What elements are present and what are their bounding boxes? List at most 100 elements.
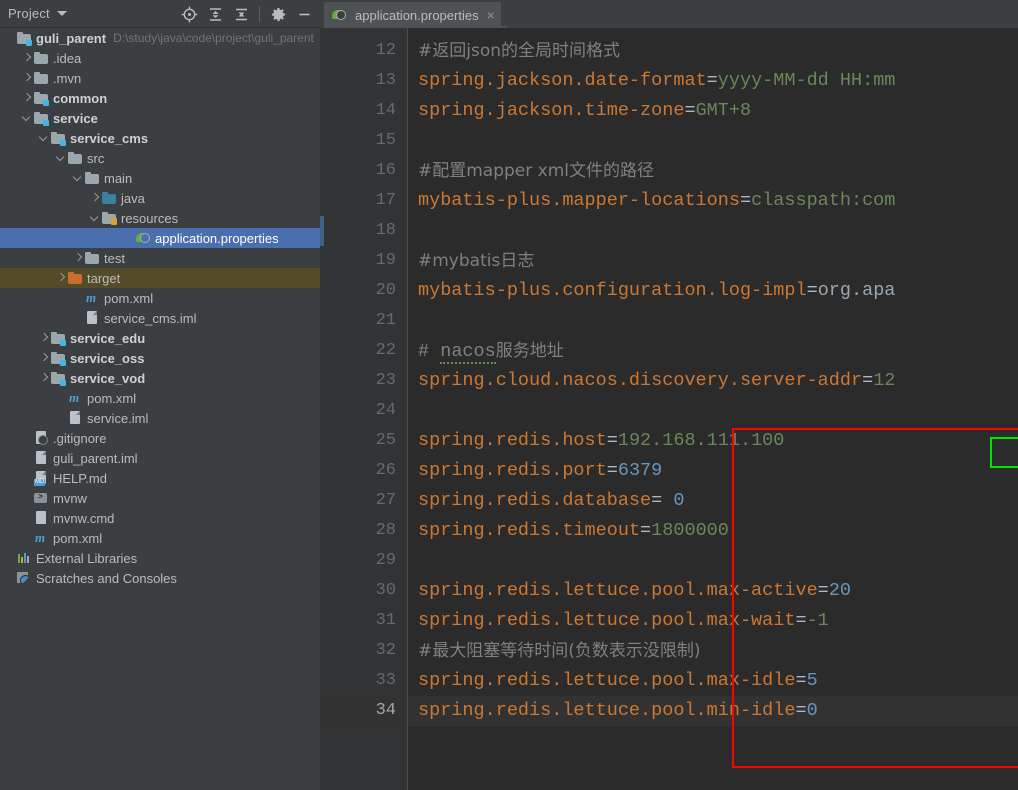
code-line[interactable]: #配置mapper xml文件的路径 (418, 156, 654, 186)
line-number: 22 (336, 336, 396, 366)
chevron-right-icon[interactable] (21, 52, 33, 64)
project-root-path: D:\study\java\code\project\guli_parent (113, 31, 314, 45)
tree-item-guli-parent[interactable]: guli_parentD:\study\java\code\project\gu… (0, 28, 320, 48)
tree-item-label: .gitignore (53, 431, 106, 446)
tree-arrow-placeholder (4, 572, 16, 584)
tree-arrow-placeholder (21, 532, 33, 544)
chevron-down-icon[interactable] (72, 172, 84, 184)
tree-item-help-md[interactable]: MDHELP.md (0, 468, 320, 488)
line-number: 23 (336, 366, 396, 396)
chevron-right-icon[interactable] (38, 372, 50, 384)
close-icon[interactable]: × (487, 8, 495, 22)
tree-item-mvnw-cmd[interactable]: mvnw.cmd (0, 508, 320, 528)
expand-all-icon[interactable] (203, 2, 227, 26)
code-token: 192.168.111.100 (618, 430, 785, 451)
tree-item-pom-xml[interactable]: mpom.xml (0, 288, 320, 308)
code-line[interactable]: spring.redis.lettuce.pool.max-idle=5 (418, 666, 818, 696)
tree-item-gitignore[interactable]: .gitignore (0, 428, 320, 448)
tree-item-pom-xml[interactable]: mpom.xml (0, 528, 320, 548)
chevron-right-icon[interactable] (21, 92, 33, 104)
tree-item-service-vod[interactable]: service_vod (0, 368, 320, 388)
tree-item-target[interactable]: target (0, 268, 320, 288)
tree-arrow-placeholder (4, 552, 16, 564)
chevron-right-icon[interactable] (89, 192, 101, 204)
minimize-icon[interactable] (292, 2, 316, 26)
tree-item-label: .idea (53, 51, 81, 66)
project-tool-window: Project (0, 0, 320, 790)
code-token: spring.jackson.time-zone (418, 100, 684, 121)
chevron-down-icon[interactable] (38, 132, 50, 144)
tree-item-mvnw[interactable]: >mvnw (0, 488, 320, 508)
tree-item-service-cms-iml[interactable]: service_cms.iml (0, 308, 320, 328)
code-line[interactable]: spring.redis.timeout=1800000 (418, 516, 729, 546)
chevron-right-icon[interactable] (72, 252, 84, 264)
tree-item-java[interactable]: java (0, 188, 320, 208)
sources-folder-icon (101, 190, 117, 206)
chevron-right-icon[interactable] (38, 352, 50, 364)
chevron-down-icon[interactable] (55, 152, 67, 164)
code-line[interactable]: #最大阻塞等待时间(负数表示没限制) (418, 636, 701, 666)
code-token: mybatis-plus.configuration.log-impl (418, 280, 807, 301)
tree-item-label: HELP.md (53, 471, 107, 486)
code-line[interactable]: # nacos服务地址 (418, 336, 564, 366)
code-line[interactable]: spring.redis.host=192.168.111.100 (418, 426, 784, 456)
chevron-right-icon[interactable] (55, 272, 67, 284)
tree-item-label: java (121, 191, 145, 206)
project-tree[interactable]: guli_parentD:\study\java\code\project\gu… (0, 28, 320, 790)
code-line[interactable]: spring.redis.lettuce.pool.max-wait=-1 (418, 606, 829, 636)
chevron-down-icon[interactable] (57, 11, 67, 16)
tree-item-mvn[interactable]: .mvn (0, 68, 320, 88)
tree-item-label: common (53, 91, 107, 106)
code-line[interactable]: mybatis-plus.configuration.log-impl=org.… (418, 276, 895, 306)
module-folder-icon (33, 90, 49, 106)
editor-area: application.properties × 121314151617181… (320, 0, 1018, 790)
code-line[interactable]: #mybatis日志 (418, 246, 534, 276)
chevron-down-icon[interactable] (21, 112, 33, 124)
editor-gutter[interactable]: 1213141516171819202122232425262728293031… (320, 28, 408, 790)
code-line[interactable]: spring.redis.lettuce.pool.min-idle=0 (418, 696, 818, 726)
collapse-all-icon[interactable] (229, 2, 253, 26)
code-line[interactable]: spring.redis.lettuce.pool.max-active=20 (418, 576, 851, 606)
tree-item-service-oss[interactable]: service_oss (0, 348, 320, 368)
code-token: nacos (440, 341, 496, 364)
tree-item-src[interactable]: src (0, 148, 320, 168)
chevron-right-icon[interactable] (21, 72, 33, 84)
tree-item-main[interactable]: main (0, 168, 320, 188)
locate-target-icon[interactable] (177, 2, 201, 26)
tree-item-service[interactable]: service (0, 108, 320, 128)
tree-item-application-properties[interactable]: application.properties (0, 228, 320, 248)
tree-item-common[interactable]: common (0, 88, 320, 108)
tree-item-label: service.iml (87, 411, 148, 426)
code-line[interactable]: spring.cloud.nacos.discovery.server-addr… (418, 366, 895, 396)
code-editor[interactable]: 1213141516171819202122232425262728293031… (320, 28, 1018, 790)
tree-item-external-libraries[interactable]: External Libraries (0, 548, 320, 568)
tree-item-service-edu[interactable]: service_edu (0, 328, 320, 348)
chevron-right-icon[interactable] (38, 332, 50, 344)
folder-icon (84, 250, 100, 266)
code-token: spring.jackson.date-format (418, 70, 707, 91)
tree-item-service-iml[interactable]: service.iml (0, 408, 320, 428)
toolbar-separator (259, 6, 260, 22)
tree-item-test[interactable]: test (0, 248, 320, 268)
tree-item-resources[interactable]: resources (0, 208, 320, 228)
code-line[interactable]: spring.jackson.date-format=yyyy-MM-dd HH… (418, 66, 895, 96)
code-token: = (640, 520, 651, 541)
tree-item-idea[interactable]: .idea (0, 48, 320, 68)
code-token: org.apa (818, 280, 896, 301)
code-line[interactable]: spring.redis.database= 0 (418, 486, 684, 516)
code-token: 1800000 (651, 520, 729, 541)
chevron-down-icon[interactable] (89, 212, 101, 224)
tab-application-properties[interactable]: application.properties × (324, 2, 501, 28)
code-line[interactable]: spring.redis.port=6379 (418, 456, 662, 486)
tree-item-guli-parent-iml[interactable]: guli_parent.iml (0, 448, 320, 468)
code-line[interactable]: spring.jackson.time-zone=GMT+8 (418, 96, 751, 126)
code-line[interactable]: #返回json的全局时间格式 (418, 36, 620, 66)
code-line[interactable]: mybatis-plus.mapper-locations=classpath:… (418, 186, 895, 216)
gear-icon[interactable] (266, 2, 290, 26)
shell-script-icon: > (33, 490, 49, 506)
iml-file-icon (33, 450, 49, 466)
tree-item-service-cms[interactable]: service_cms (0, 128, 320, 148)
tree-item-scratches-and-consoles[interactable]: Scratches and Consoles (0, 568, 320, 588)
tree-item-pom-xml[interactable]: mpom.xml (0, 388, 320, 408)
code-token: #最大阻塞等待时间(负数表示没限制) (418, 641, 701, 661)
